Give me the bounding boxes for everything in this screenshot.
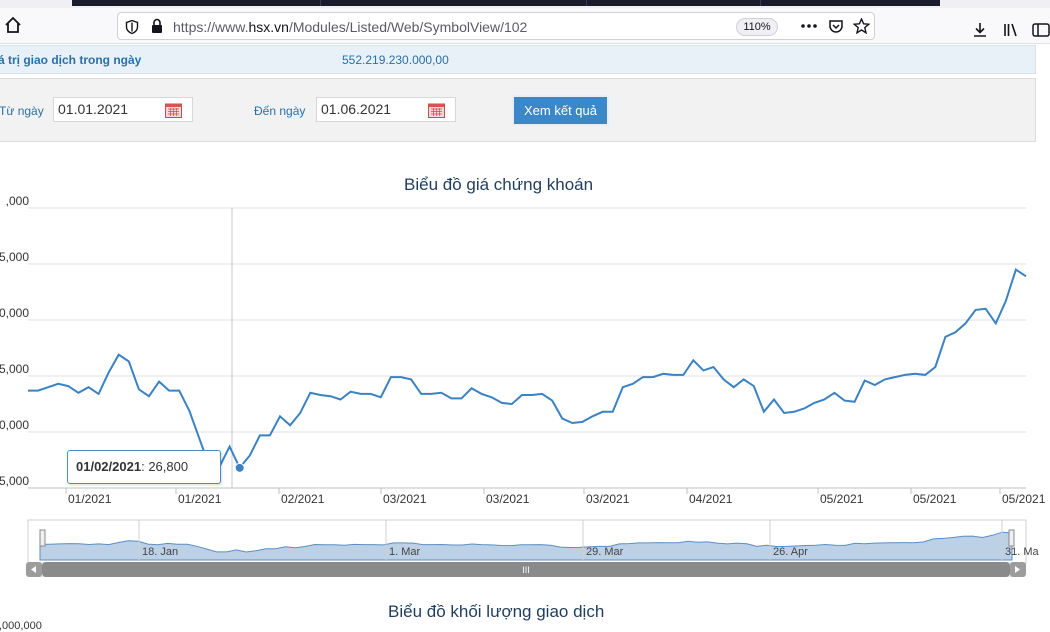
navigator-label: 1. Mar [389, 546, 421, 558]
scrollbar-grip: III [522, 565, 530, 575]
x-tick-label: 05/2021 [820, 492, 864, 506]
tab-strip [0, 0, 1050, 8]
tooltip-value: 26,800 [148, 459, 189, 474]
tooltip-date: 01/02/2021 [76, 459, 142, 474]
y-tick-label: 0,000 [0, 306, 29, 320]
y-tick-label: ,000 [6, 194, 30, 208]
price-chart[interactable]: ,000 5,000 0,000 5,000 0,000 5,000 01/2021 01/… [0, 190, 1050, 600]
tab-separator [760, 0, 761, 6]
x-tick-label: 04/2021 [689, 492, 733, 506]
calendar-icon[interactable] [165, 102, 182, 125]
address-bar[interactable]: https://www.hsx.vn/Modules/Listed/Web/Sy… [117, 12, 875, 40]
home-icon[interactable] [2, 14, 24, 36]
navigator-left-handle[interactable] [39, 529, 46, 547]
tab-separator [320, 0, 321, 6]
x-tick-label: 01/2021 [68, 492, 112, 506]
price-tooltip: 01/02/2021: 26,800 [67, 450, 221, 484]
view-results-button[interactable]: Xem kết quả [512, 95, 609, 126]
y-tick-label: 5,000 [0, 362, 29, 376]
zoom-indicator[interactable]: 110% [736, 18, 778, 36]
to-date-label: Đến ngày [254, 104, 306, 118]
library-icon[interactable] [1003, 22, 1021, 43]
tab-bar[interactable] [72, 0, 940, 6]
y-tick-label: 5,000 [0, 474, 29, 488]
bookmark-star-icon[interactable] [852, 17, 871, 39]
navigator-label: 18. Jan [142, 546, 178, 558]
x-tick-label: 02/2021 [281, 492, 325, 506]
trade-value-label: á trị giao dịch trong ngày [0, 53, 142, 67]
navigator-label: 26. Apr [773, 546, 808, 558]
from-date-input[interactable]: 01.01.2021 [53, 97, 193, 122]
sidebar-icon[interactable] [1032, 22, 1050, 43]
navigator-label: 29. Mar [586, 546, 624, 558]
from-date-value: 01.01.2021 [58, 101, 129, 117]
highlight-point[interactable] [234, 462, 245, 473]
trade-value-row: á trị giao dịch trong ngày 552.219.230.0… [0, 45, 1036, 74]
from-date-label: Từ ngày [0, 104, 44, 118]
volume-y-tick: ,000,000 [0, 620, 42, 632]
lock-icon[interactable] [150, 18, 164, 39]
url-text[interactable]: https://www.hsx.vn/Modules/Listed/Web/Sy… [173, 19, 527, 35]
tracking-protection-icon[interactable] [124, 19, 140, 40]
to-date-input[interactable]: 01.06.2021 [316, 97, 456, 122]
browser-toolbar: https://www.hsx.vn/Modules/Listed/Web/Sy… [0, 8, 1050, 44]
navigator-right-handle[interactable] [1008, 529, 1015, 547]
pocket-icon[interactable] [828, 18, 844, 39]
navigator-label: 31. Ma [1005, 546, 1040, 558]
x-tick-label: 05/2021 [913, 492, 957, 506]
x-tick-label: 03/2021 [586, 492, 630, 506]
x-tick-label: 03/2021 [383, 492, 427, 506]
y-tick-label: 5,000 [0, 250, 29, 264]
y-tick-label: 0,000 [0, 418, 29, 432]
to-date-value: 01.06.2021 [321, 101, 392, 117]
tab-separator [586, 0, 587, 6]
page-actions-icon[interactable] [800, 18, 818, 39]
calendar-icon[interactable] [428, 102, 445, 125]
date-filter-panel: Từ ngày 01.01.2021 Đến ngày 01.06.2021 X… [0, 78, 1036, 142]
downloads-icon[interactable] [972, 22, 988, 43]
trade-value: 552.219.230.000,00 [342, 53, 449, 67]
x-tick-label: 01/2021 [178, 492, 222, 506]
x-tick-label: 05/2021 [1002, 492, 1046, 506]
volume-chart-title: Biểu đồ khối lượng giao dịch [388, 602, 605, 621]
price-series-line[interactable] [28, 268, 1027, 470]
x-tick-label: 03/2021 [486, 492, 530, 506]
